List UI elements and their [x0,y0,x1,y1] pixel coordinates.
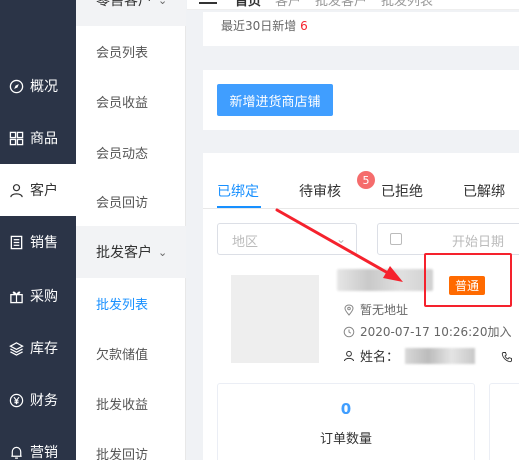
grid-icon [8,130,24,146]
main-sidebar: 概况 商品 客户 销售 采购 库存 财务 营销 [0,0,76,460]
nav-label: 销售 [30,235,58,251]
nav-label: 商品 [30,131,58,147]
annotation-arrow [275,208,403,282]
sub-item-label: 会员列表 [96,45,149,61]
sub-item-wholesale-list[interactable]: 批发列表 [76,278,186,328]
sub-item-member-earnings[interactable]: 会员收益 [76,76,186,126]
compass-icon [8,78,24,94]
nav-item-goods[interactable]: 商品 [0,112,76,164]
sub-item-label: 会员动态 [96,146,149,162]
nav-label: 采购 [30,289,58,305]
main-content: 首页 客户 批发客户 批发列表 最近30日新增 6 新增进货商店铺 已绑定 待审… [187,0,519,460]
sub-group-wholesale[interactable]: 批发客户 ⌄ [76,226,186,278]
nav-label: 营销 [30,445,58,460]
sub-group-label: 零售客户 [96,0,152,9]
sub-item-wholesale-earnings[interactable]: 批发收益 [76,378,186,428]
sub-item-wholesale-followup[interactable]: 批发回访 [76,428,186,460]
bell-icon [8,444,24,460]
nav-label: 概况 [30,79,58,95]
document-icon [8,234,24,250]
nav-item-marketing[interactable]: 营销 [0,426,76,460]
nav-label: 客户 [30,183,58,199]
nav-item-sales[interactable]: 销售 [0,216,76,268]
sub-item-label: 批发列表 [96,297,149,313]
sub-item-label: 欠款储值 [96,347,149,363]
sub-item-label: 批发收益 [96,397,149,413]
chevron-down-icon: ⌄ [158,245,168,259]
nav-item-inventory[interactable]: 库存 [0,322,76,374]
nav-item-finance[interactable]: 财务 [0,374,76,426]
sub-item-label: 会员收益 [96,95,149,111]
yen-icon [8,392,24,408]
chevron-down-icon: ⌄ [158,0,168,7]
sub-item-member-activity[interactable]: 会员动态 [76,127,186,177]
gift-icon [8,288,24,304]
user-icon [8,182,24,198]
sub-item-member-followup[interactable]: 会员回访 [76,176,186,226]
sub-group-label: 批发客户 [96,245,152,261]
sub-item-label: 批发回访 [96,447,149,460]
sub-item-member-list[interactable]: 会员列表 [76,26,186,76]
nav-item-customer[interactable]: 客户 [0,164,76,216]
nav-item-purchase[interactable]: 采购 [0,270,76,322]
sub-sidebar: 零售客户 ⌄ 会员列表 会员收益 会员动态 会员回访 批发客户 ⌄ 批发列表 欠… [76,0,186,460]
nav-item-overview[interactable]: 概况 [0,60,76,112]
sub-group-retail[interactable]: 零售客户 ⌄ [76,0,186,26]
nav-label: 库存 [30,341,58,357]
sub-item-debt-deposit[interactable]: 欠款储值 [76,328,186,378]
sub-item-label: 会员回访 [96,195,149,211]
layers-icon [8,340,24,356]
nav-label: 财务 [30,393,58,409]
